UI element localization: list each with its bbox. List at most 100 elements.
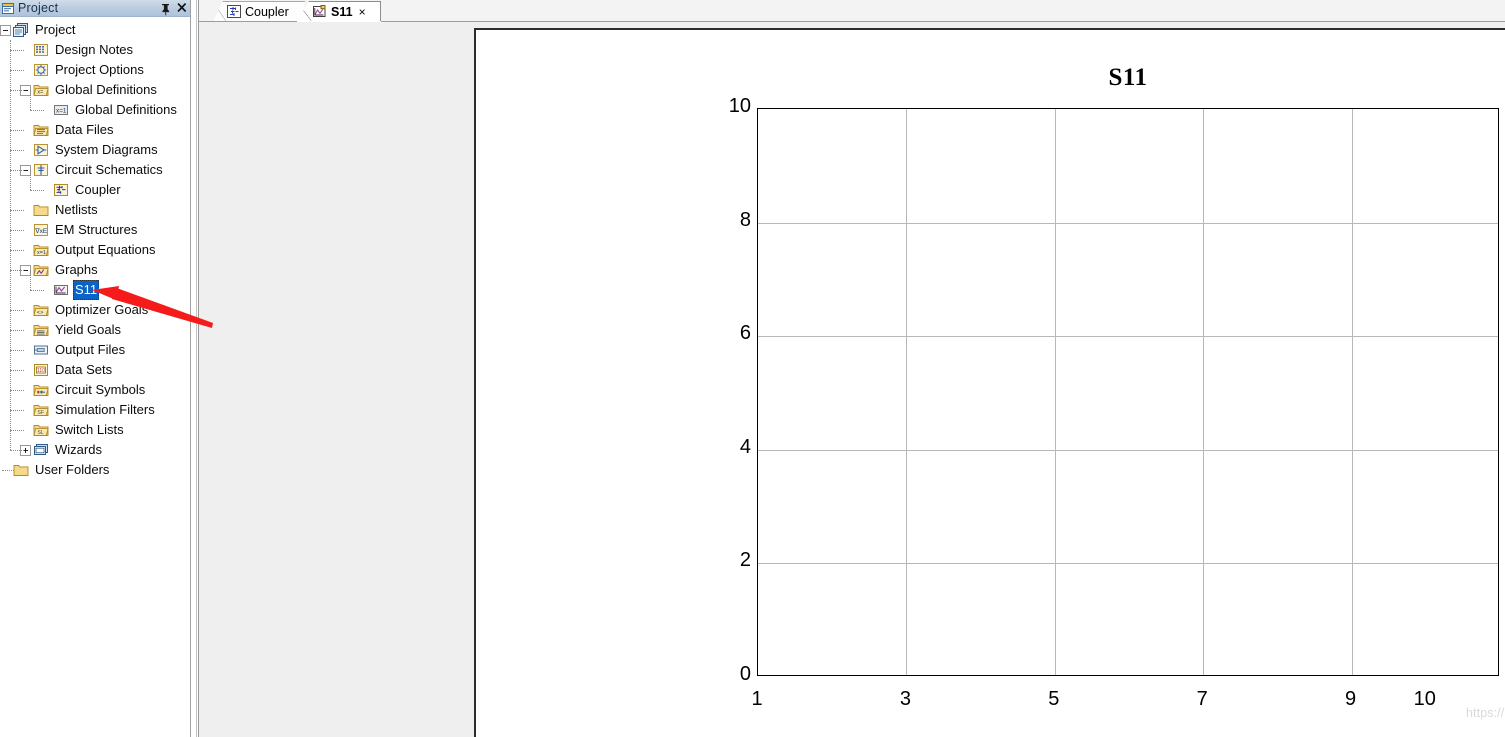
user-folders-icon xyxy=(13,462,29,478)
y-tick-label: 0 xyxy=(739,663,751,685)
horizontal-gridline xyxy=(758,336,1498,337)
tree-item-label: Design Notes xyxy=(55,42,134,57)
tree-connector xyxy=(10,430,24,431)
tree-item-yield-goals[interactable]: Yield Goals xyxy=(0,320,190,340)
wizards-icon xyxy=(33,442,49,458)
tree-item-label: Global Definitions xyxy=(75,102,177,117)
tree-connector xyxy=(10,250,24,251)
tree-item-global-definitions[interactable]: x=1 Global Definitions xyxy=(0,100,190,120)
tab-s11[interactable]: S11 × xyxy=(297,1,381,22)
tree-item-em-structures[interactable]: ∇xE EM Structures xyxy=(0,220,190,240)
tree-connector xyxy=(10,370,24,371)
tree-connector xyxy=(10,40,11,450)
y-tick-label: 4 xyxy=(739,435,751,458)
collapse-icon[interactable] xyxy=(0,24,11,36)
tab-coupler-label: Coupler xyxy=(245,5,289,19)
tree-connector xyxy=(10,150,24,151)
tree-item-coupler[interactable]: Coupler xyxy=(0,180,190,200)
y-tick-label: 10 xyxy=(728,95,751,117)
tree-item-circuit-symbols[interactable]: Circuit Symbols xyxy=(0,380,190,400)
tree-connector xyxy=(10,70,24,71)
data-sets-icon: 110 xyxy=(33,362,49,378)
x-tick-label: 7 xyxy=(1196,688,1208,710)
pin-icon[interactable] xyxy=(158,1,173,16)
tree-connector xyxy=(10,230,24,231)
vertical-gridline xyxy=(1352,109,1353,675)
tree-connector xyxy=(10,50,24,51)
tab-coupler[interactable]: Coupler xyxy=(213,1,305,22)
x-tick-label: 5 xyxy=(1048,688,1060,710)
circuit-schematics-icon xyxy=(33,162,49,178)
tree-item-user-folders[interactable]: User Folders xyxy=(0,460,190,480)
tree-item-simulation-filters[interactable]: SF Simulation Filters xyxy=(0,400,190,420)
svg-text:SF: SF xyxy=(37,410,44,416)
tree-item-wizards[interactable]: Wizards xyxy=(0,440,190,460)
tree-item-label: S11 xyxy=(73,280,100,300)
project-stack-icon xyxy=(13,22,29,38)
tree-item-s11[interactable]: S11 xyxy=(0,280,190,300)
tree-item-label: Netlists xyxy=(55,202,98,217)
mdi-workspace: Coupler S11 × S11 0 2 4 6 8 10 1 3 5 7 9 10 xyxy=(199,0,1505,737)
tree-item-circuit-schematics[interactable]: Circuit Schematics xyxy=(0,160,190,180)
project-panel-title: Project xyxy=(18,0,59,15)
tab-s11-label: S11 xyxy=(331,5,353,19)
tree-connector xyxy=(10,270,24,271)
tree-connector xyxy=(10,410,24,411)
tree-item-switch-lists[interactable]: SL Switch Lists xyxy=(0,420,190,440)
tree-item-label: Optimizer Goals xyxy=(55,302,149,317)
tree-item-system-diagrams[interactable]: System Diagrams xyxy=(0,140,190,160)
project-tree-scroll[interactable]: Project Design Notes Project Options x= Glob… xyxy=(0,17,190,737)
yield-goals-icon xyxy=(33,322,49,338)
tab-close-icon[interactable]: × xyxy=(359,6,366,18)
project-options-icon xyxy=(33,62,49,78)
optimizer-goals-icon: <> xyxy=(33,302,49,318)
tree-item-label: Circuit Symbols xyxy=(55,382,146,397)
svg-text:110: 110 xyxy=(37,368,45,374)
x-tick-label: 10 xyxy=(1413,688,1436,710)
tree-item-data-files[interactable]: Data Files xyxy=(0,120,190,140)
tree-connector xyxy=(30,290,44,291)
watermark-text: https://blog.csdn.net/kexuedalao xyxy=(1466,706,1505,720)
netlists-folder-icon xyxy=(33,202,49,218)
tree-connector xyxy=(30,170,31,190)
schematic-tab-icon xyxy=(227,5,242,19)
horizontal-gridline xyxy=(758,223,1498,224)
tree-connector xyxy=(10,210,24,211)
tree-item-label: Project xyxy=(35,22,76,37)
plot-area[interactable] xyxy=(757,108,1499,676)
system-diagrams-icon xyxy=(33,142,49,158)
tree-item-netlists[interactable]: Netlists xyxy=(0,200,190,220)
tree-item-output-files[interactable]: Output Files xyxy=(0,340,190,360)
y-tick-label: 2 xyxy=(739,549,751,572)
tree-connector xyxy=(10,170,24,171)
project-window-icon xyxy=(2,2,15,15)
close-icon[interactable] xyxy=(174,1,189,16)
y-tick-label: 8 xyxy=(739,208,751,231)
tree-item-project-options[interactable]: Project Options xyxy=(0,60,190,80)
tree-item-data-sets[interactable]: 110 Data Sets xyxy=(0,360,190,380)
tree-item-label: Graphs xyxy=(55,262,98,277)
tree-connector xyxy=(2,470,14,471)
y-tick-label: 6 xyxy=(739,322,751,345)
tree-item-label: Output Files xyxy=(55,342,126,357)
design-notes-icon xyxy=(33,42,49,58)
vertical-gridline xyxy=(1203,109,1204,675)
tree-item-optimizer-goals[interactable]: <> Optimizer Goals xyxy=(0,300,190,320)
tree-connector xyxy=(30,270,31,290)
tree-item-output-equations[interactable]: x=1 Output Equations xyxy=(0,240,190,260)
tree-item-label: System Diagrams xyxy=(55,142,158,157)
tree-item-label: Yield Goals xyxy=(55,322,121,337)
tree-item-graphs[interactable]: Graphs xyxy=(0,260,190,280)
panel-splitter[interactable] xyxy=(190,0,199,737)
variable-xeq1-icon: x=1 xyxy=(53,102,69,118)
tree-item-label: Project Options xyxy=(55,62,144,77)
tree-item-label: Switch Lists xyxy=(55,422,124,437)
tree-item-label: Circuit Schematics xyxy=(55,162,163,177)
tree-item-project[interactable]: Project xyxy=(0,20,190,40)
vertical-gridline xyxy=(906,109,907,675)
tree-item-label: User Folders xyxy=(35,462,110,477)
tree-connector xyxy=(10,330,24,331)
tree-item-label: Coupler xyxy=(75,182,121,197)
tree-item-design-notes[interactable]: Design Notes xyxy=(0,40,190,60)
tree-item-global-definitions[interactable]: x= Global Definitions xyxy=(0,80,190,100)
